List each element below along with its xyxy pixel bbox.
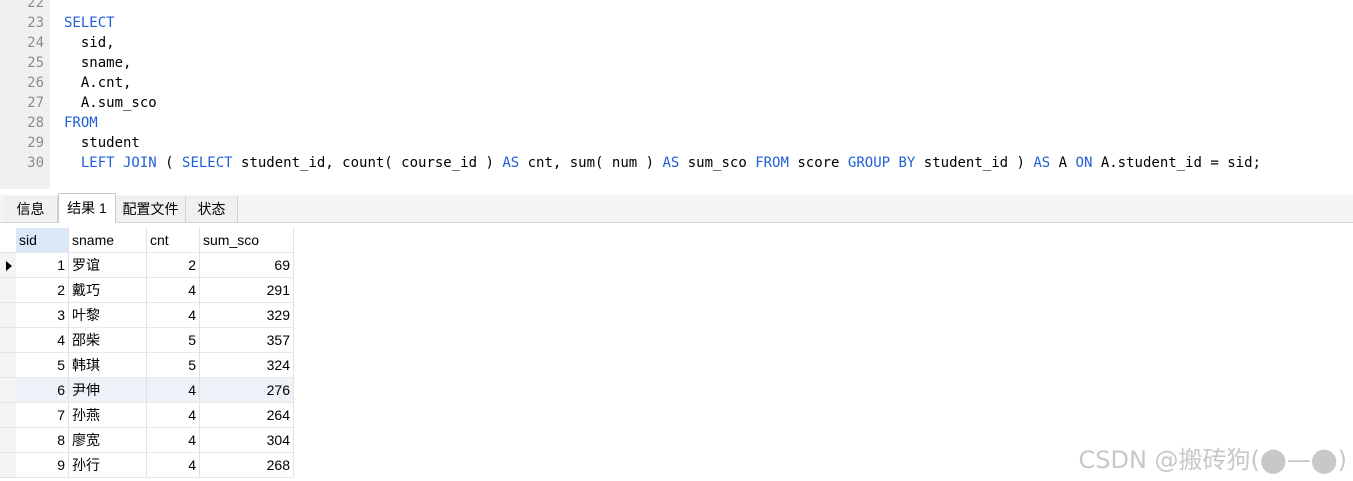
table-cell-sum_sco[interactable]: 264 [200,403,294,428]
sql-editor[interactable]: 22 23 SELECT 24 sid, 25 sname, 26 A.cnt, 27 A.… [0,0,1353,189]
tab-info[interactable]: 信息 [4,196,58,222]
table-cell-sum_sco[interactable]: 276 [200,378,294,403]
table-cell-cnt[interactable]: 4 [147,303,200,328]
table-cell-sname[interactable]: 孙燕 [69,403,147,428]
table-cell-sid[interactable]: 4 [16,328,69,353]
row-indicator[interactable] [0,303,16,328]
table-cell-sname[interactable]: 孙行 [69,453,147,478]
row-indicator[interactable] [0,353,16,378]
current-row-arrow-icon [6,261,12,271]
table-cell-sid[interactable]: 5 [16,353,69,378]
table-cell-sum_sco[interactable]: 69 [200,253,294,278]
table-cell-sum_sco[interactable]: 357 [200,328,294,353]
tab-status[interactable]: 状态 [186,196,238,222]
table-cell-sid[interactable]: 3 [16,303,69,328]
sql-keyword: SELECT [64,15,115,31]
column-header-sid[interactable]: sid [16,228,69,253]
line-number: 26 [27,75,44,91]
sql-token: student_id, count( course_id ) [232,155,503,171]
table-cell-sum_sco[interactable]: 291 [200,278,294,303]
table-cell-cnt[interactable]: 5 [147,328,200,353]
line-number: 23 [27,15,44,31]
code-text: LEFT JOIN ( SELECT student_id, count( co… [64,153,1261,173]
sql-token: A.sum_sco [64,95,157,111]
sql-keyword: AS [662,155,680,171]
code-text: sid, [64,33,115,53]
sql-token: score [788,155,848,171]
sql-token: sname, [64,55,132,71]
row-indicator[interactable] [0,403,16,428]
code-text: FROM [64,113,98,133]
sql-token: sid, [64,35,115,51]
row-indicator[interactable] [0,428,16,453]
header-corner [0,228,16,253]
watermark: CSDN @搬砖狗(⬤—⬤) [1078,446,1348,474]
line-number: 30 [27,155,44,171]
table-cell-sid[interactable]: 8 [16,428,69,453]
sql-token: cnt, sum( num ) [519,155,663,171]
column-header-sname[interactable]: sname [69,228,147,253]
sql-keyword: SELECT [182,155,233,171]
sql-token: student [64,135,140,151]
sql-token: student_id ) [915,155,1034,171]
table-cell-sname[interactable]: 韩琪 [69,353,147,378]
tab-result-1[interactable]: 结果 1 [58,193,116,223]
table-cell-sum_sco[interactable]: 304 [200,428,294,453]
table-cell-sname[interactable]: 叶黎 [69,303,147,328]
table-cell-sum_sco[interactable]: 268 [200,453,294,478]
sql-keyword: AS [502,155,520,171]
row-indicator[interactable] [0,328,16,353]
table-cell-cnt[interactable]: 4 [147,428,200,453]
sql-token: sum_sco [679,155,756,171]
table-cell-sname[interactable]: 廖宽 [69,428,147,453]
table-cell-cnt[interactable]: 5 [147,353,200,378]
line-number: 27 [27,95,44,111]
sql-keyword: FROM [755,155,789,171]
table-cell-cnt[interactable]: 4 [147,453,200,478]
line-number: 25 [27,55,44,71]
column-header-cnt[interactable]: cnt [147,228,200,253]
table-cell-sum_sco[interactable]: 324 [200,353,294,378]
sql-keyword: GROUP BY [847,155,916,171]
sql-token: ( [156,155,183,171]
sql-keyword: AS [1033,155,1051,171]
sql-token: A [1050,155,1076,171]
sql-keyword: ON [1075,155,1093,171]
table-cell-sid[interactable]: 2 [16,278,69,303]
table-cell-sid[interactable]: 6 [16,378,69,403]
sql-keyword: LEFT JOIN [80,155,157,171]
table-cell-sname[interactable]: 尹伸 [69,378,147,403]
table-cell-sid[interactable]: 9 [16,453,69,478]
table-cell-cnt[interactable]: 4 [147,403,200,428]
row-indicator[interactable] [0,378,16,403]
code-text: A.cnt, [64,73,132,93]
result-tabbar: 信息 结果 1 配置文件 状态 [0,189,1353,223]
table-cell-cnt[interactable]: 4 [147,378,200,403]
tab-profile[interactable]: 配置文件 [116,196,186,222]
sql-keyword: FROM [64,115,98,131]
table-cell-sname[interactable]: 罗谊 [69,253,147,278]
row-indicator[interactable] [0,253,16,278]
line-number: 28 [27,115,44,131]
line-number: 22 [27,0,44,11]
table-cell-sname[interactable]: 戴巧 [69,278,147,303]
line-number: 29 [27,135,44,151]
sql-token: A.cnt, [64,75,132,91]
line-number: 24 [27,35,44,51]
row-indicator[interactable] [0,453,16,478]
row-indicator[interactable] [0,278,16,303]
code-text: SELECT [64,13,115,33]
table-cell-cnt[interactable]: 2 [147,253,200,278]
table-cell-sum_sco[interactable]: 329 [200,303,294,328]
table-cell-cnt[interactable]: 4 [147,278,200,303]
sql-token: A.student_id = sid; [1092,155,1261,171]
table-cell-sname[interactable]: 邵柴 [69,328,147,353]
table-cell-sid[interactable]: 1 [16,253,69,278]
code-text: student [64,133,140,153]
code-text: sname, [64,53,132,73]
code-text: A.sum_sco [64,93,157,113]
table-cell-sid[interactable]: 7 [16,403,69,428]
column-header-sum_sco[interactable]: sum_sco [200,228,294,253]
